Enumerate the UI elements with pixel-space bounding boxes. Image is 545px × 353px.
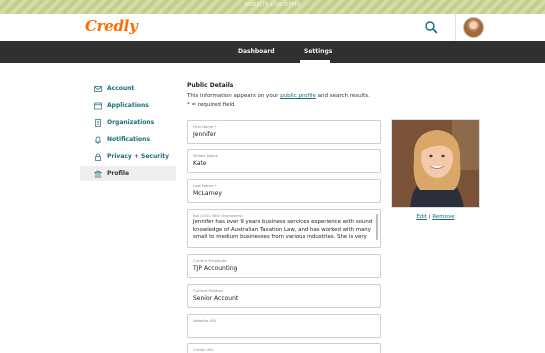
section-title: Public Details: [187, 82, 234, 89]
field-label: Current Position: [193, 288, 224, 293]
section-description: This information appears on your public …: [187, 93, 370, 99]
nav-settings[interactable]: Settings: [304, 48, 332, 55]
main-navbar: Dashboard Settings: [0, 41, 545, 63]
edit-photo-link[interactable]: Edit: [416, 214, 427, 220]
field-label: Last Name *: [193, 183, 217, 188]
field-value: McLarney: [193, 190, 222, 197]
credly-logo[interactable]: Credly: [85, 17, 138, 35]
sidebar-item-label: Organizations: [107, 119, 155, 126]
nav-dashboard[interactable]: Dashboard: [238, 48, 275, 55]
site-header: Credly: [0, 14, 545, 41]
user-avatar[interactable]: [463, 17, 484, 38]
current-employer-field[interactable]: Current Employer TJP Accounting: [187, 254, 381, 278]
current-position-field[interactable]: Current Position Senior Account: [187, 284, 381, 308]
first-name-field[interactable]: First Name * Jennifer: [187, 120, 381, 144]
sidebar-item-notifications[interactable]: Notifications: [80, 132, 176, 147]
field-label: Middle Name: [193, 153, 218, 158]
photo-actions-separator: |: [428, 214, 431, 220]
field-label: Website URL: [193, 318, 217, 323]
field-value: TJP Accounting: [193, 265, 238, 272]
remove-photo-link[interactable]: Remove: [432, 214, 454, 220]
description-text-after: and search results.: [315, 93, 370, 99]
website-url-field[interactable]: Website URL: [187, 314, 381, 338]
field-label: Bio (150 / 600 characters): [193, 213, 243, 218]
bio-scrollbar[interactable]: [376, 214, 378, 240]
description-text-before: This information appears on your: [187, 93, 281, 99]
bio-textarea[interactable]: Bio (150 / 600 characters) Jennifer has …: [187, 209, 381, 248]
middle-name-field[interactable]: Middle Name Kate: [187, 149, 381, 173]
bell-icon: [95, 136, 101, 144]
building-icon: [95, 118, 101, 127]
field-value: Jennifer: [193, 131, 217, 138]
sidebar-item-profile[interactable]: Profile: [80, 166, 176, 181]
sidebar-item-label: Profile: [107, 170, 130, 177]
bank-icon: [94, 169, 102, 177]
envelope-icon: [94, 85, 102, 92]
demo-banner-text: WEBSITE LIVE DEMO: [244, 2, 301, 8]
header-divider: [455, 14, 456, 41]
field-label: Credly URL: [193, 347, 214, 352]
sidebar-item-label: Applications: [107, 102, 149, 109]
bio-text: Jennifer has over 9 years business servi…: [193, 219, 373, 240]
sidebar-item-privacy-security[interactable]: Privacy + Security: [80, 149, 176, 164]
credly-url-field[interactable]: Credly URL: [187, 343, 381, 353]
public-profile-link[interactable]: public profile: [280, 93, 316, 99]
profile-photo: [391, 119, 480, 208]
last-name-field[interactable]: Last Name * McLarney: [187, 179, 381, 203]
sidebar-item-applications[interactable]: Applications: [80, 98, 176, 113]
sidebar-item-account[interactable]: Account: [80, 81, 176, 96]
field-value: Kate: [193, 160, 207, 167]
required-field-note: * = required field: [187, 102, 235, 108]
search-icon[interactable]: [424, 20, 438, 34]
sidebar-item-label: Privacy + Security: [107, 153, 170, 160]
field-label: Current Employer: [193, 258, 227, 263]
window-icon: [94, 102, 102, 109]
field-label: First Name *: [193, 124, 217, 129]
sidebar-item-label: Account: [107, 85, 135, 92]
sidebar-item-organizations[interactable]: Organizations: [80, 115, 176, 130]
field-value: Senior Account: [193, 295, 239, 302]
nav-active-indicator: [300, 60, 330, 63]
sidebar-item-label: Notifications: [107, 136, 151, 143]
demo-banner: WEBSITE LIVE DEMO: [0, 0, 545, 14]
photo-actions: Edit | Remove: [391, 214, 480, 220]
profile-photo-image: [392, 120, 479, 207]
lock-icon: [95, 152, 101, 161]
